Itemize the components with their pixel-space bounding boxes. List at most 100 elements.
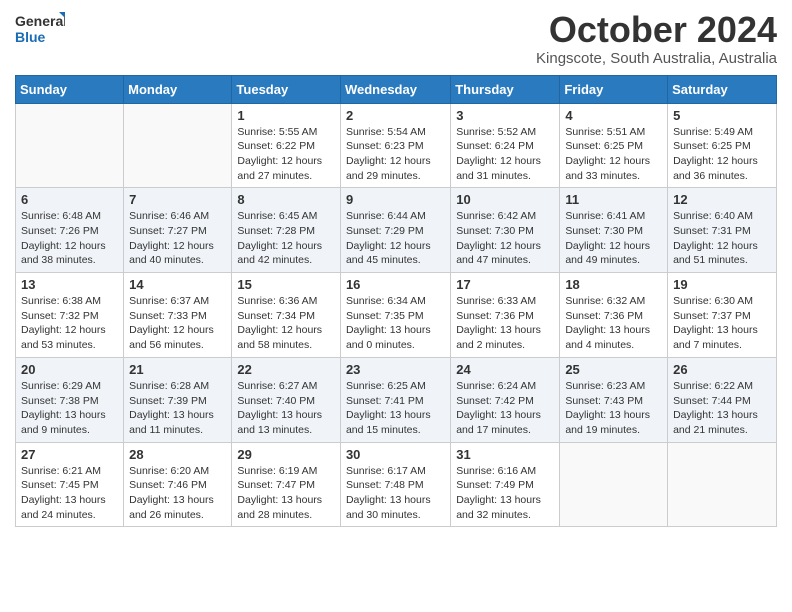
day-info: Sunrise: 6:22 AMSunset: 7:44 PMDaylight:… bbox=[673, 379, 771, 438]
day-info: Sunrise: 6:41 AMSunset: 7:30 PMDaylight:… bbox=[565, 209, 662, 268]
page: General Blue October 2024 Kingscote, Sou… bbox=[0, 0, 792, 612]
calendar-cell: 5 Sunrise: 5:49 AMSunset: 6:25 PMDaylight… bbox=[668, 103, 777, 188]
svg-text:General: General bbox=[15, 13, 65, 29]
calendar-cell: 31 Sunrise: 6:16 AMSunset: 7:49 PMDayligh… bbox=[451, 442, 560, 527]
header: General Blue October 2024 Kingscote, Sou… bbox=[15, 10, 777, 67]
col-header-monday: Monday bbox=[124, 75, 232, 103]
day-number: 16 bbox=[346, 277, 445, 292]
day-number: 13 bbox=[21, 277, 118, 292]
day-number: 21 bbox=[129, 362, 226, 377]
day-number: 23 bbox=[346, 362, 445, 377]
calendar-cell: 9 Sunrise: 6:44 AMSunset: 7:29 PMDaylight… bbox=[340, 188, 450, 273]
col-header-tuesday: Tuesday bbox=[232, 75, 341, 103]
day-info: Sunrise: 6:24 AMSunset: 7:42 PMDaylight:… bbox=[456, 379, 554, 438]
calendar-cell: 24 Sunrise: 6:24 AMSunset: 7:42 PMDayligh… bbox=[451, 357, 560, 442]
day-number: 22 bbox=[237, 362, 335, 377]
day-number: 7 bbox=[129, 192, 226, 207]
day-info: Sunrise: 6:44 AMSunset: 7:29 PMDaylight:… bbox=[346, 209, 445, 268]
day-info: Sunrise: 6:40 AMSunset: 7:31 PMDaylight:… bbox=[673, 209, 771, 268]
calendar-cell: 12 Sunrise: 6:40 AMSunset: 7:31 PMDayligh… bbox=[668, 188, 777, 273]
calendar-cell: 14 Sunrise: 6:37 AMSunset: 7:33 PMDayligh… bbox=[124, 273, 232, 358]
day-number: 18 bbox=[565, 277, 662, 292]
calendar-cell: 19 Sunrise: 6:30 AMSunset: 7:37 PMDayligh… bbox=[668, 273, 777, 358]
header-row: SundayMondayTuesdayWednesdayThursdayFrid… bbox=[16, 75, 777, 103]
col-header-sunday: Sunday bbox=[16, 75, 124, 103]
calendar-cell: 6Sunrise: 6:48 AMSunset: 7:26 PMDaylight… bbox=[16, 188, 124, 273]
calendar-cell: 4 Sunrise: 5:51 AMSunset: 6:25 PMDaylight… bbox=[560, 103, 668, 188]
calendar-cell: 10 Sunrise: 6:42 AMSunset: 7:30 PMDayligh… bbox=[451, 188, 560, 273]
calendar-cell: 20 Sunrise: 6:29 AMSunset: 7:38 PMDayligh… bbox=[16, 357, 124, 442]
day-info: Sunrise: 6:36 AMSunset: 7:34 PMDaylight:… bbox=[237, 294, 335, 353]
day-number: 10 bbox=[456, 192, 554, 207]
day-number: 28 bbox=[129, 447, 226, 462]
day-number: 3 bbox=[456, 108, 554, 123]
calendar-cell: 30 Sunrise: 6:17 AMSunset: 7:48 PMDayligh… bbox=[340, 442, 450, 527]
day-number: 17 bbox=[456, 277, 554, 292]
day-info: Sunrise: 6:27 AMSunset: 7:40 PMDaylight:… bbox=[237, 379, 335, 438]
calendar-cell bbox=[560, 442, 668, 527]
calendar-cell bbox=[668, 442, 777, 527]
day-number: 25 bbox=[565, 362, 662, 377]
day-info: Sunrise: 6:21 AMSunset: 7:45 PMDaylight:… bbox=[21, 464, 118, 523]
subtitle: Kingscote, South Australia, Australia bbox=[536, 50, 777, 67]
day-info: Sunrise: 5:51 AMSunset: 6:25 PMDaylight:… bbox=[565, 125, 662, 184]
day-info: Sunrise: 6:30 AMSunset: 7:37 PMDaylight:… bbox=[673, 294, 771, 353]
calendar-cell: 17Sunrise: 6:33 AMSunset: 7:36 PMDayligh… bbox=[451, 273, 560, 358]
title-block: October 2024 Kingscote, South Australia,… bbox=[536, 10, 777, 67]
day-number: 11 bbox=[565, 192, 662, 207]
calendar-cell: 29Sunrise: 6:19 AMSunset: 7:47 PMDayligh… bbox=[232, 442, 341, 527]
day-number: 1 bbox=[237, 108, 335, 123]
day-info: Sunrise: 6:42 AMSunset: 7:30 PMDaylight:… bbox=[456, 209, 554, 268]
calendar-cell: 21 Sunrise: 6:28 AMSunset: 7:39 PMDayligh… bbox=[124, 357, 232, 442]
calendar-cell: 11 Sunrise: 6:41 AMSunset: 7:30 PMDayligh… bbox=[560, 188, 668, 273]
day-number: 26 bbox=[673, 362, 771, 377]
day-info: Sunrise: 6:45 AMSunset: 7:28 PMDaylight:… bbox=[237, 209, 335, 268]
main-title: October 2024 bbox=[536, 10, 777, 50]
day-number: 15 bbox=[237, 277, 335, 292]
day-number: 30 bbox=[346, 447, 445, 462]
logo-svg: General Blue bbox=[15, 10, 65, 45]
day-info: Sunrise: 6:17 AMSunset: 7:48 PMDaylight:… bbox=[346, 464, 445, 523]
day-info: Sunrise: 6:37 AMSunset: 7:33 PMDaylight:… bbox=[129, 294, 226, 353]
day-number: 8 bbox=[237, 192, 335, 207]
calendar-cell: 25Sunrise: 6:23 AMSunset: 7:43 PMDayligh… bbox=[560, 357, 668, 442]
week-row-5: 27 Sunrise: 6:21 AMSunset: 7:45 PMDayligh… bbox=[16, 442, 777, 527]
day-info: Sunrise: 6:25 AMSunset: 7:41 PMDaylight:… bbox=[346, 379, 445, 438]
day-number: 12 bbox=[673, 192, 771, 207]
day-number: 6 bbox=[21, 192, 118, 207]
day-info: Sunrise: 5:52 AMSunset: 6:24 PMDaylight:… bbox=[456, 125, 554, 184]
day-info: Sunrise: 6:19 AMSunset: 7:47 PMDaylight:… bbox=[237, 464, 335, 523]
day-number: 14 bbox=[129, 277, 226, 292]
day-info: Sunrise: 6:28 AMSunset: 7:39 PMDaylight:… bbox=[129, 379, 226, 438]
svg-text:Blue: Blue bbox=[15, 29, 46, 45]
day-info: Sunrise: 6:46 AMSunset: 7:27 PMDaylight:… bbox=[129, 209, 226, 268]
day-number: 9 bbox=[346, 192, 445, 207]
calendar-cell: 8 Sunrise: 6:45 AMSunset: 7:28 PMDaylight… bbox=[232, 188, 341, 273]
day-info: Sunrise: 6:34 AMSunset: 7:35 PMDaylight:… bbox=[346, 294, 445, 353]
logo: General Blue bbox=[15, 10, 65, 45]
calendar-cell: 26 Sunrise: 6:22 AMSunset: 7:44 PMDayligh… bbox=[668, 357, 777, 442]
day-number: 20 bbox=[21, 362, 118, 377]
day-info: Sunrise: 6:29 AMSunset: 7:38 PMDaylight:… bbox=[21, 379, 118, 438]
calendar-cell: 18 Sunrise: 6:32 AMSunset: 7:36 PMDayligh… bbox=[560, 273, 668, 358]
day-number: 19 bbox=[673, 277, 771, 292]
day-number: 31 bbox=[456, 447, 554, 462]
day-info: Sunrise: 5:55 AMSunset: 6:22 PMDaylight:… bbox=[237, 125, 335, 184]
day-number: 27 bbox=[21, 447, 118, 462]
day-number: 5 bbox=[673, 108, 771, 123]
day-number: 2 bbox=[346, 108, 445, 123]
calendar-cell: 28Sunrise: 6:20 AMSunset: 7:46 PMDayligh… bbox=[124, 442, 232, 527]
day-info: Sunrise: 5:49 AMSunset: 6:25 PMDaylight:… bbox=[673, 125, 771, 184]
day-info: Sunrise: 5:54 AMSunset: 6:23 PMDaylight:… bbox=[346, 125, 445, 184]
day-info: Sunrise: 6:38 AMSunset: 7:32 PMDaylight:… bbox=[21, 294, 118, 353]
calendar-cell: 27 Sunrise: 6:21 AMSunset: 7:45 PMDayligh… bbox=[16, 442, 124, 527]
day-number: 24 bbox=[456, 362, 554, 377]
week-row-2: 6Sunrise: 6:48 AMSunset: 7:26 PMDaylight… bbox=[16, 188, 777, 273]
day-info: Sunrise: 6:16 AMSunset: 7:49 PMDaylight:… bbox=[456, 464, 554, 523]
day-info: Sunrise: 6:32 AMSunset: 7:36 PMDaylight:… bbox=[565, 294, 662, 353]
week-row-3: 13 Sunrise: 6:38 AMSunset: 7:32 PMDayligh… bbox=[16, 273, 777, 358]
day-number: 4 bbox=[565, 108, 662, 123]
calendar-cell: 16 Sunrise: 6:34 AMSunset: 7:35 PMDayligh… bbox=[340, 273, 450, 358]
col-header-friday: Friday bbox=[560, 75, 668, 103]
calendar-cell: 23 Sunrise: 6:25 AMSunset: 7:41 PMDayligh… bbox=[340, 357, 450, 442]
